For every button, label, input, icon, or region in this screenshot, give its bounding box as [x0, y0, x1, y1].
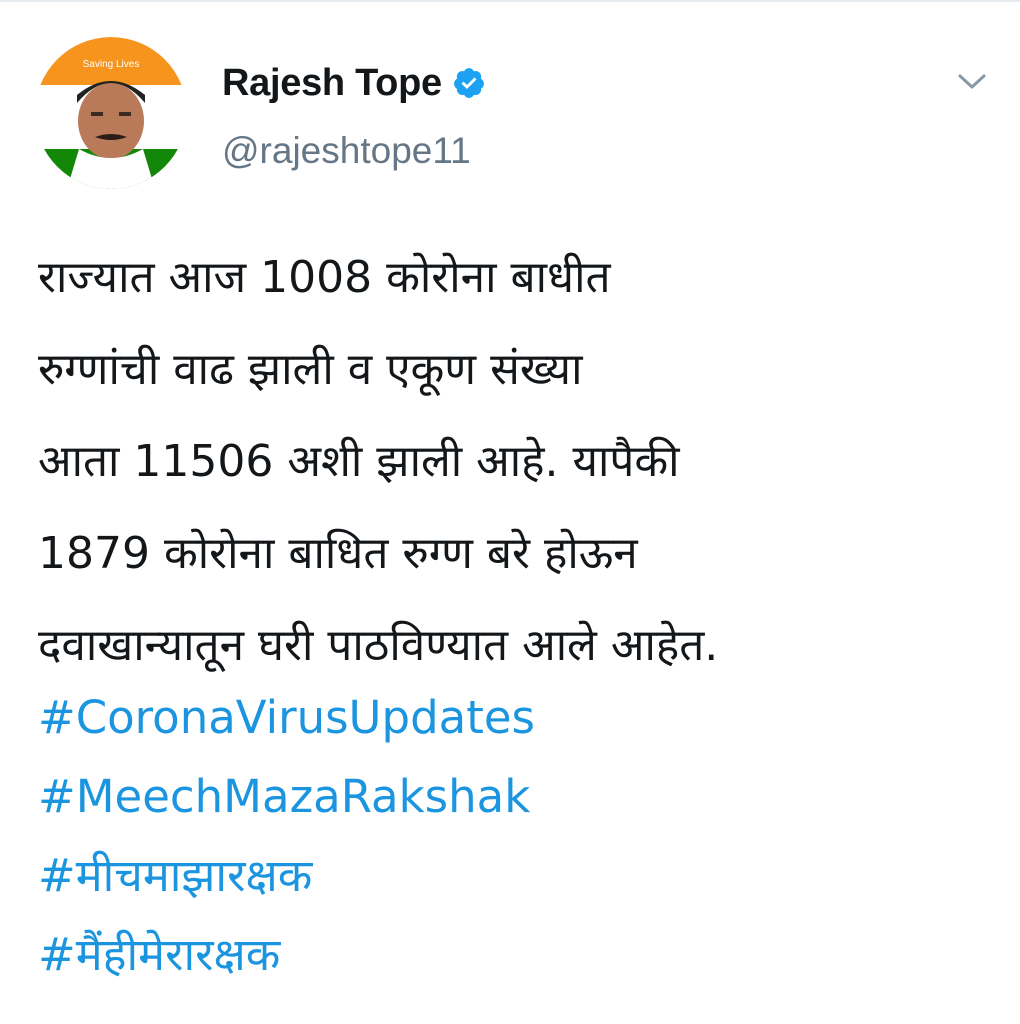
tweet-text-line: 1879 कोरोना बाधित रुग्ण बरे होऊन: [38, 528, 638, 579]
hashtag-link[interactable]: #MeechMazaRakshak: [38, 757, 998, 836]
avatar[interactable]: Saving Lives #ImStayingHome: [35, 37, 187, 189]
hashtag-link[interactable]: #मैंहीमेरारक्षक: [38, 915, 998, 994]
hashtag-link[interactable]: #CoronaVirusUpdates: [38, 678, 998, 757]
author-name-row[interactable]: Rajesh Tope: [222, 57, 486, 109]
verified-badge-icon: [452, 66, 486, 100]
hashtag-link[interactable]: #मीचमाझारक्षक: [38, 836, 998, 915]
avatar-caption-bottom: #ImStayingHome: [76, 162, 145, 172]
tweet-text: राज्यात आज 1008 कोरोना बाधीत रुग्णांची व…: [38, 232, 998, 692]
tweet-card: Saving Lives #ImStayingHome Rajesh Tope …: [0, 0, 1020, 1024]
author-display-name[interactable]: Rajesh Tope: [222, 62, 442, 105]
tweet-text-line: आता 11506 अशी झाली आहे. यापैकी: [38, 436, 680, 487]
tweet-text-line: राज्यात आज 1008 कोरोना बाधीत: [38, 252, 611, 303]
author-handle[interactable]: @rajeshtope11: [222, 130, 471, 172]
more-options-button[interactable]: [950, 60, 994, 104]
chevron-down-icon: [958, 74, 986, 89]
tweet-text-line: रुग्णांची वाढ झाली व एकूण संख्या: [38, 344, 583, 395]
hashtag-list: #CoronaVirusUpdates #MeechMazaRakshak #म…: [38, 678, 998, 994]
avatar-image: Saving Lives #ImStayingHome: [35, 37, 187, 189]
avatar-caption-top: Saving Lives: [83, 59, 140, 70]
